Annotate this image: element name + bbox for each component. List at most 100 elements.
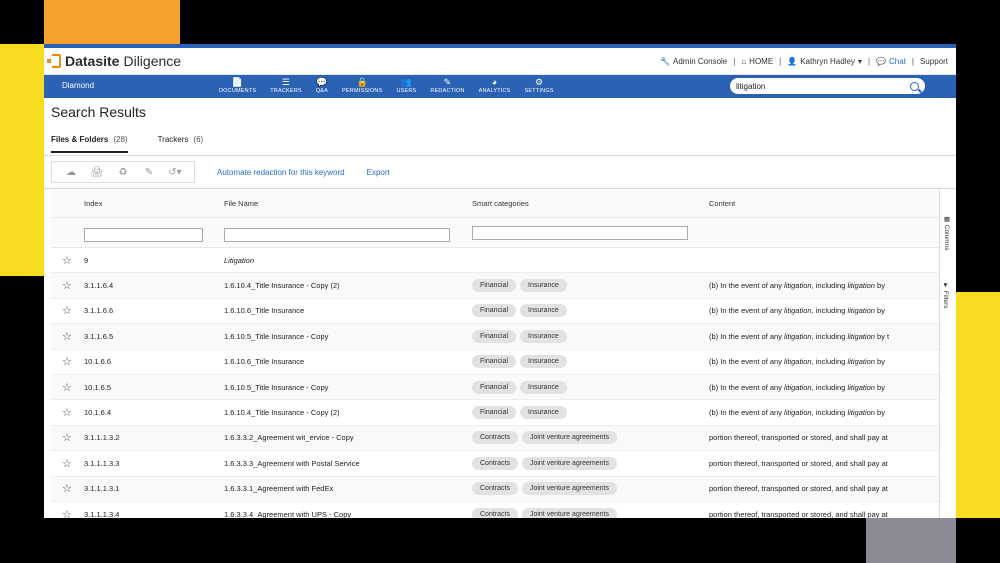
column-header-file-name[interactable]: File Name xyxy=(224,199,472,208)
nav-trackers[interactable]: ☰ TRACKERS xyxy=(263,77,309,94)
category-chip[interactable]: Insurance xyxy=(520,279,567,293)
admin-console-link[interactable]: 🔧 Admin Console xyxy=(660,57,727,66)
category-chip[interactable]: Contracts xyxy=(472,431,518,445)
nav-documents[interactable]: 📄 DOCUMENTS xyxy=(212,77,263,94)
category-chip[interactable]: Insurance xyxy=(520,380,567,394)
category-chip[interactable]: Financial xyxy=(472,355,517,369)
star-icon[interactable]: ☆ xyxy=(51,431,84,444)
table-row[interactable]: ☆ 3.1.1.6.6 1.6.10.6_Title Insurance Financ… xyxy=(51,299,956,325)
nav-redaction[interactable]: ✎ REDACTION xyxy=(423,77,471,94)
table-row[interactable]: ☆ 3.1.1.1.3.3 1.6.3.3.3_Agreement with Pos… xyxy=(51,451,956,477)
print-icon[interactable]: 🖨 xyxy=(84,167,110,178)
star-icon[interactable]: ☆ xyxy=(51,304,84,317)
tab-trackers[interactable]: Trackers (6) xyxy=(158,135,204,153)
nav-analytics[interactable]: ◕ ANALYTICS xyxy=(472,77,518,94)
category-chip[interactable]: Financial xyxy=(472,406,517,420)
star-icon[interactable]: ☆ xyxy=(51,355,84,368)
table-row[interactable]: ☆ 10.1.6.6 1.6.10.6_Title Insurance Financi… xyxy=(51,350,956,375)
row-file-name[interactable]: 1.6.10.6_Title Insurance xyxy=(224,357,472,366)
star-icon[interactable]: ☆ xyxy=(51,330,84,343)
row-file-name[interactable]: 1.6.10.5_Title Insurance - Copy xyxy=(224,332,472,341)
filters-side-tab[interactable]: ▼ Filters xyxy=(942,282,949,309)
pen-icon[interactable]: ✎ xyxy=(136,167,162,178)
nav-users[interactable]: 👥 USERS xyxy=(389,77,423,94)
star-icon[interactable]: ☆ xyxy=(51,254,84,267)
row-file-name[interactable]: 1.6.10.6_Title Insurance xyxy=(224,306,472,315)
logo-brand: Datasite xyxy=(65,53,120,69)
export-link[interactable]: Export xyxy=(367,168,390,177)
category-chip[interactable]: Insurance xyxy=(520,304,567,318)
separator: | xyxy=(911,56,914,66)
nav-qa[interactable]: 💬 Q&A xyxy=(309,77,335,94)
decor-orange-block xyxy=(44,0,180,44)
table-row[interactable]: ☆ 10.1.6.5 1.6.10.5_Title Insurance - Copy… xyxy=(51,374,956,401)
logo[interactable]: Datasite Diligence xyxy=(47,53,181,69)
columns-side-tab[interactable]: ▦ Columns xyxy=(942,215,950,250)
decor-yellow-block-left xyxy=(0,44,44,276)
search-icon[interactable] xyxy=(910,81,919,91)
row-content: (b) In the event of any litigation, incl… xyxy=(709,357,934,366)
category-chip[interactable]: Financial xyxy=(472,380,517,394)
automate-redaction-link[interactable]: Automate redaction for this keyword xyxy=(217,168,345,177)
table-row[interactable]: ☆ 3.1.1.6.4 1.6.10.4_Title Insurance - Cop… xyxy=(51,273,956,299)
star-icon[interactable]: ☆ xyxy=(51,508,84,518)
category-chip[interactable]: Joint venture agreements xyxy=(521,482,617,496)
category-chip[interactable]: Joint venture agreements xyxy=(521,507,617,518)
star-icon[interactable]: ☆ xyxy=(51,482,84,495)
qa-icon: 💬 xyxy=(316,77,328,87)
row-file-name[interactable]: 1.6.3.3.3_Agreement with Postal Service xyxy=(224,459,472,468)
category-chip[interactable]: Insurance xyxy=(520,406,567,420)
star-icon[interactable]: ☆ xyxy=(51,279,84,292)
side-tab-label: Columns xyxy=(943,224,950,251)
category-chip[interactable]: Insurance xyxy=(520,355,567,369)
category-chip[interactable]: Financial xyxy=(472,279,517,293)
nav-permissions[interactable]: 🔒 PERMISSIONS xyxy=(335,77,389,94)
row-file-name[interactable]: Litigation xyxy=(224,256,472,265)
support-link[interactable]: Support xyxy=(920,57,948,66)
star-icon[interactable]: ☆ xyxy=(51,381,84,394)
row-file-name[interactable]: 1.6.10.4_Title Insurance - Copy (2) xyxy=(224,408,472,417)
table-row[interactable]: ☆ 3.1.1.1.3.1 1.6.3.3.1_Agreement with Fed… xyxy=(51,476,956,502)
star-icon[interactable]: ☆ xyxy=(51,406,84,419)
table-row[interactable]: ☆ 3.1.1.1.3.2 1.6.3.3.2_Agreement wit_ervi… xyxy=(51,425,956,452)
category-chip[interactable]: Financial xyxy=(472,329,517,343)
row-file-name[interactable]: 1.6.3.3.1_Agreement with FedEx xyxy=(224,484,472,493)
row-file-name[interactable]: 1.6.10.4_Title Insurance - Copy (2) xyxy=(224,281,472,290)
category-chip[interactable]: Contracts xyxy=(472,456,518,470)
home-link[interactable]: ⌂ HOME xyxy=(741,57,773,66)
row-content: (b) In the event of any litigation, incl… xyxy=(709,332,934,341)
table-row[interactable]: ☆ 3.1.1.6.5 1.6.10.5_Title Insurance - Cop… xyxy=(51,324,956,350)
category-chip[interactable]: Joint venture agreements xyxy=(521,431,617,445)
column-header-index[interactable]: Index xyxy=(84,199,224,208)
category-chip[interactable]: Joint venture agreements xyxy=(521,456,617,470)
user-menu[interactable]: 👤 Kathryn Hadley ▾ xyxy=(787,57,862,66)
row-file-name[interactable]: 1.6.10.5_Title Insurance - Copy xyxy=(224,383,472,392)
undo-dropdown-icon[interactable]: ↺▾ xyxy=(162,167,188,178)
row-file-name[interactable]: 1.6.3.3.4_Agreement with UPS - Copy xyxy=(224,510,472,518)
cloud-download-icon[interactable]: ☁ xyxy=(58,167,84,178)
column-header-smart-categories[interactable]: Smart categories xyxy=(472,199,709,208)
search-input[interactable] xyxy=(736,81,910,91)
column-header-content[interactable]: Content xyxy=(709,199,934,208)
index-filter-input[interactable] xyxy=(84,227,203,242)
category-chip[interactable]: Insurance xyxy=(520,329,567,343)
decor-gray-block xyxy=(866,518,956,563)
table-row[interactable]: ☆ 3.1.1.1.3.4 1.6.3.3.4_Agreement with UPS… xyxy=(51,502,956,518)
category-chip[interactable]: Contracts xyxy=(472,482,518,496)
nav-settings[interactable]: ⚙ SETTINGS xyxy=(518,77,561,94)
table-row[interactable]: ☆ 10.1.6.4 1.6.10.4_Title Insurance - Copy… xyxy=(51,400,956,426)
row-file-name[interactable]: 1.6.3.3.2_Agreement wit_ervice - Copy xyxy=(224,433,472,442)
category-chip[interactable]: Financial xyxy=(472,304,517,318)
smart-categories-filter-input[interactable] xyxy=(472,225,688,240)
category-chip[interactable]: Contracts xyxy=(472,507,518,518)
project-name[interactable]: Diamond xyxy=(62,81,94,90)
content-text: , including xyxy=(811,306,848,316)
file-name-filter-input[interactable] xyxy=(224,227,450,242)
recycle-icon[interactable]: ♻ xyxy=(110,167,136,178)
tab-files-folders[interactable]: Files & Folders (28) xyxy=(51,135,128,153)
table-row[interactable]: ☆ 9 Litigation xyxy=(51,248,956,274)
content-text: (b) In the event of any xyxy=(709,281,785,291)
tab-label: Files & Folders xyxy=(51,135,109,144)
chat-link[interactable]: 💬 Chat xyxy=(876,57,906,66)
star-icon[interactable]: ☆ xyxy=(51,457,84,470)
